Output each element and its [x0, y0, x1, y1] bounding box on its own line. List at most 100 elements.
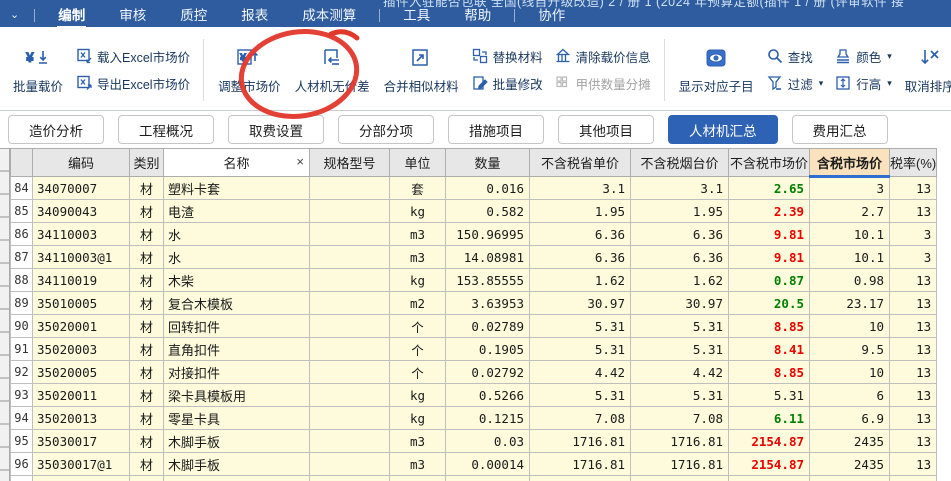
- cell-taxed[interactable]: 23.17: [809, 291, 890, 315]
- cell-num[interactable]: 95: [10, 429, 33, 453]
- cell-cat[interactable]: 材: [129, 337, 164, 361]
- ribbon-tab[interactable]: 协作: [521, 1, 582, 27]
- cell-unit[interactable]: m3: [389, 245, 446, 269]
- row-height-button[interactable]: 行高 ▾: [835, 73, 892, 93]
- find-button[interactable]: 查找: [767, 46, 824, 66]
- cell-qty[interactable]: 0.02789: [445, 314, 530, 338]
- cell-code[interactable]: 35020005: [32, 360, 130, 384]
- cell-market[interactable]: 9.81: [728, 222, 810, 246]
- cell-cat[interactable]: 材: [129, 222, 164, 246]
- cell-rate[interactable]: 13: [888, 360, 938, 384]
- cell-rate[interactable]: 13: [888, 176, 938, 200]
- page-tab[interactable]: 其他项目: [558, 115, 654, 144]
- cell-qty[interactable]: 0.03: [445, 429, 530, 453]
- cell-prov[interactable]: 1716.81: [529, 452, 631, 476]
- cell-taxed[interactable]: 2.7: [809, 199, 890, 223]
- cell-prov[interactable]: 6.36: [529, 222, 631, 246]
- cell-market[interactable]: 2154.87: [728, 452, 810, 476]
- cell-qty[interactable]: 0.5266: [445, 383, 530, 407]
- ribbon-collapse-icon[interactable]: ⌄: [0, 8, 28, 23]
- table-row[interactable]: 85 34090043 材电渣 kg 0.582 1.95 1.95 2.39 2.7 13: [10, 199, 938, 223]
- cell-spec[interactable]: [309, 176, 390, 200]
- cell-unit[interactable]: 个: [389, 314, 446, 338]
- load-excel-market-price-button[interactable]: 载入Excel市场价: [76, 46, 190, 66]
- cell-code[interactable]: 35020001: [32, 314, 130, 338]
- table-row[interactable]: 84 34070007 材塑料卡套套 0.016 3.1 3.1 2.65 3 13: [10, 176, 938, 200]
- cell-qty[interactable]: 0.1905: [445, 337, 530, 361]
- left-splitter[interactable]: [0, 148, 10, 481]
- cell-yantai[interactable]: 3.1: [630, 176, 729, 200]
- cell-prov[interactable]: 3.1: [529, 176, 631, 200]
- page-tab[interactable]: 取费设置: [228, 115, 324, 144]
- cell-rate[interactable]: 13: [888, 291, 938, 315]
- header-province-price[interactable]: 不含税省单价: [529, 148, 631, 177]
- adjust-market-price-button[interactable]: ¥ 调整市场价: [211, 43, 288, 97]
- table-row[interactable]: 87 34110003@1 材水 m3 14.08981 6.36 6.36 9.81 10.1…: [10, 245, 938, 269]
- cell-prov[interactable]: 5.31: [529, 337, 631, 361]
- cell-prov[interactable]: 5.31: [529, 314, 631, 338]
- labor-material-no-price-diff-button[interactable]: 人材机无价差: [288, 43, 377, 97]
- cell-code[interactable]: 34090043: [32, 199, 130, 223]
- cell-market[interactable]: 20.5: [728, 291, 810, 315]
- cell-spec[interactable]: [309, 429, 390, 453]
- cell-spec[interactable]: [309, 406, 390, 430]
- cell-name[interactable]: 零星卡具: [163, 406, 310, 430]
- table-row[interactable]: 93 35020011 材梁卡具模板用 kg 0.5266 5.31 5.31 5.31 6 13: [10, 383, 938, 407]
- table-row[interactable]: 90 35020001 材回转扣件个 0.02789 5.31 5.31 8.85 10 13: [10, 314, 938, 338]
- cell-unit[interactable]: m2: [389, 291, 446, 315]
- cell-code[interactable]: 35030017@1: [32, 452, 130, 476]
- cell-code[interactable]: 34110003: [32, 222, 130, 246]
- cell-yantai[interactable]: 4.42: [630, 360, 729, 384]
- clear-price-info-button[interactable]: 清除载价信息: [555, 46, 651, 66]
- cell-unit[interactable]: m3: [389, 452, 446, 476]
- cell-name[interactable]: 电渣: [163, 199, 310, 223]
- page-tab[interactable]: 费用汇总: [791, 115, 888, 144]
- cell-taxed[interactable]: 2435: [809, 429, 890, 453]
- cell-qty[interactable]: 14.08981: [445, 245, 530, 269]
- cell-name[interactable]: 复合木模板: [163, 291, 310, 315]
- cell-name[interactable]: 水: [163, 222, 310, 246]
- cell-yantai[interactable]: 7.08: [630, 406, 729, 430]
- export-excel-market-price-button[interactable]: 导出Excel市场价: [76, 73, 190, 93]
- cell-qty[interactable]: 153.85555: [445, 268, 530, 292]
- cell-rate[interactable]: 13: [888, 337, 938, 361]
- batch-load-price-button[interactable]: ¥ 批量载价: [6, 43, 70, 97]
- cell-qty[interactable]: 0.00014: [445, 452, 530, 476]
- cell-spec[interactable]: [309, 360, 390, 384]
- cell-taxed[interactable]: 10: [809, 360, 890, 384]
- cell-prov[interactable]: 1716.81: [529, 429, 631, 453]
- cell-rate[interactable]: 13: [888, 268, 938, 292]
- cell-qty[interactable]: [445, 475, 530, 481]
- cell-taxed[interactable]: 10.1: [809, 245, 890, 269]
- cell-name[interactable]: 木脚手板: [163, 429, 310, 453]
- cell-num[interactable]: 86: [10, 222, 33, 246]
- page-tab[interactable]: 工程概况: [118, 115, 214, 144]
- cell-prov[interactable]: [529, 475, 631, 481]
- page-tab[interactable]: 分部分项: [338, 115, 434, 144]
- cell-taxed[interactable]: 3: [809, 176, 890, 200]
- header-unit[interactable]: 单位: [389, 148, 446, 177]
- cell-yantai[interactable]: 5.31: [630, 337, 729, 361]
- cell-code[interactable]: 34110003@1: [32, 245, 130, 269]
- cell-unit[interactable]: kg: [389, 199, 446, 223]
- cancel-sort-button[interactable]: 取消排序: [898, 43, 951, 97]
- cell-yantai[interactable]: 1.62: [630, 268, 729, 292]
- table-row[interactable]: 96 35030017@1 材木脚手板 m3 0.00014 1716.81 1716.81…: [10, 452, 938, 476]
- cell-num[interactable]: 84: [10, 176, 33, 200]
- cell-code[interactable]: 35030017: [32, 429, 130, 453]
- cell-yantai[interactable]: 5.31: [630, 383, 729, 407]
- cell-name[interactable]: 对接扣件: [163, 360, 310, 384]
- cell-unit[interactable]: 套: [389, 176, 446, 200]
- cell-unit[interactable]: [389, 475, 446, 481]
- cell-num[interactable]: 89: [10, 291, 33, 315]
- cell-name[interactable]: 直角扣件: [163, 337, 310, 361]
- cell-rate[interactable]: 13: [888, 199, 938, 223]
- table-row[interactable]: 94 35020013 材零星卡具 kg 0.1215 7.08 7.08 6.11 6.9 13: [10, 406, 938, 430]
- header-tax-rate[interactable]: 税率(%): [888, 148, 938, 177]
- cell-market[interactable]: [728, 475, 810, 481]
- show-corresponding-subitems-button[interactable]: 显示对应子目: [672, 43, 761, 97]
- cell-qty[interactable]: 0.02792: [445, 360, 530, 384]
- header-code[interactable]: 编码: [32, 148, 130, 177]
- merge-similar-materials-button[interactable]: 合并相似材料: [377, 43, 466, 97]
- cell-rate[interactable]: [888, 475, 938, 481]
